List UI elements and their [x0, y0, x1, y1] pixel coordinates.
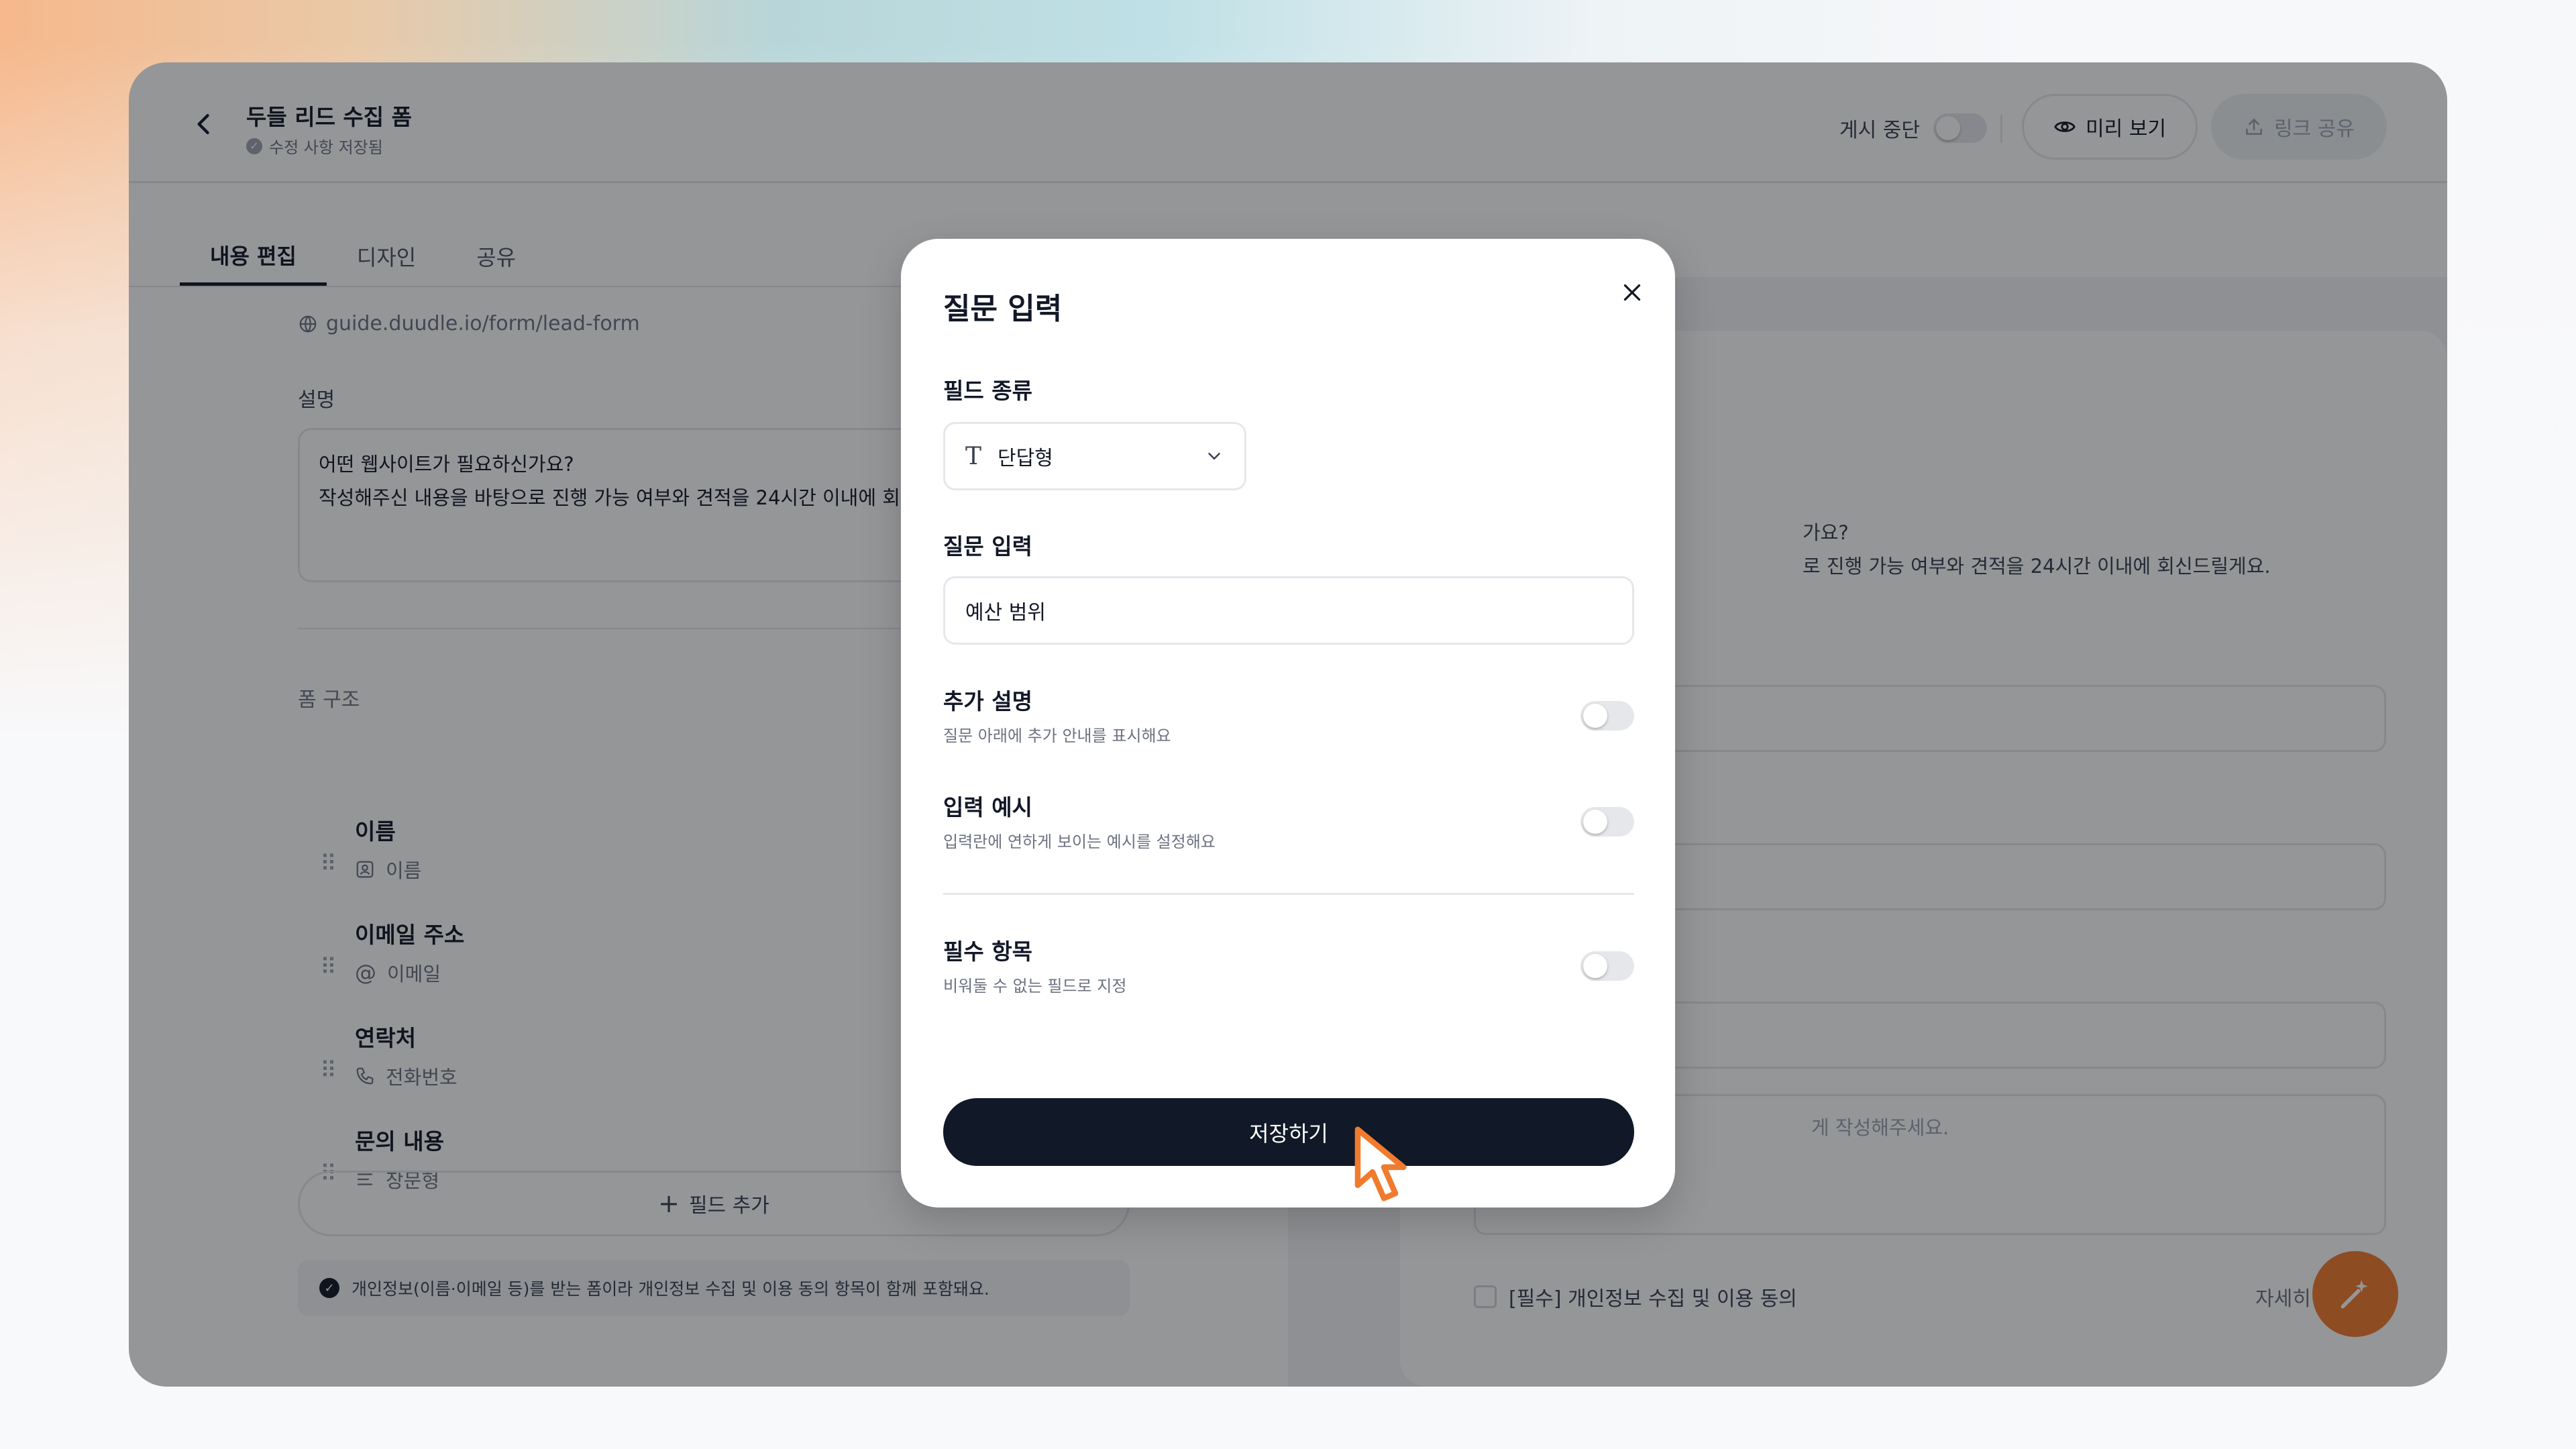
modal-title: 질문 입력	[943, 292, 1063, 326]
toggle-sublabel: 입력란에 연하게 보이는 예시를 설정해요	[943, 833, 1216, 851]
chevron-down-icon	[1208, 453, 1220, 460]
mouse-pointer-icon	[1354, 1126, 1407, 1201]
toggle-label: 입력 예시	[943, 794, 1032, 820]
toggle-label: 필수 항목	[943, 938, 1032, 965]
field-type-label: 필드 종류	[943, 378, 1032, 404]
close-button[interactable]	[1612, 272, 1652, 313]
field-type-value: 단답형	[998, 447, 1053, 470]
toggle-sublabel: 질문 아래에 추가 안내를 표시해요	[943, 727, 1171, 745]
question-input[interactable]: 예산 범위	[943, 576, 1634, 645]
toggle-knob	[1583, 810, 1607, 834]
field-type-select[interactable]: T 단답형	[943, 422, 1246, 490]
save-button[interactable]: 저장하기	[943, 1098, 1634, 1166]
divider	[943, 893, 1634, 895]
toggle-knob	[1583, 954, 1607, 978]
toggle-sublabel: 비워둘 수 없는 필드로 지정	[943, 977, 1127, 996]
question-modal: 질문 입력 필드 종류 T 단답형 질문 입력 예산 범위 추가 설명 질문 아…	[901, 239, 1675, 1208]
toggle-row-required: 필수 항목 비워둘 수 없는 필드로 지정	[943, 934, 1634, 1008]
text-type-icon: T	[965, 442, 982, 470]
required-toggle[interactable]	[1580, 951, 1634, 981]
toggle-row-input-example: 입력 예시 입력란에 연하게 보이는 예시를 설정해요	[943, 790, 1634, 863]
toggle-row-extra-description: 추가 설명 질문 아래에 추가 안내를 표시해요	[943, 684, 1634, 757]
toggle-label: 추가 설명	[943, 688, 1032, 714]
question-label: 질문 입력	[943, 533, 1032, 559]
extra-description-toggle[interactable]	[1580, 701, 1634, 731]
close-icon	[1623, 284, 1641, 301]
toggle-knob	[1583, 704, 1607, 728]
input-example-toggle[interactable]	[1580, 807, 1634, 837]
